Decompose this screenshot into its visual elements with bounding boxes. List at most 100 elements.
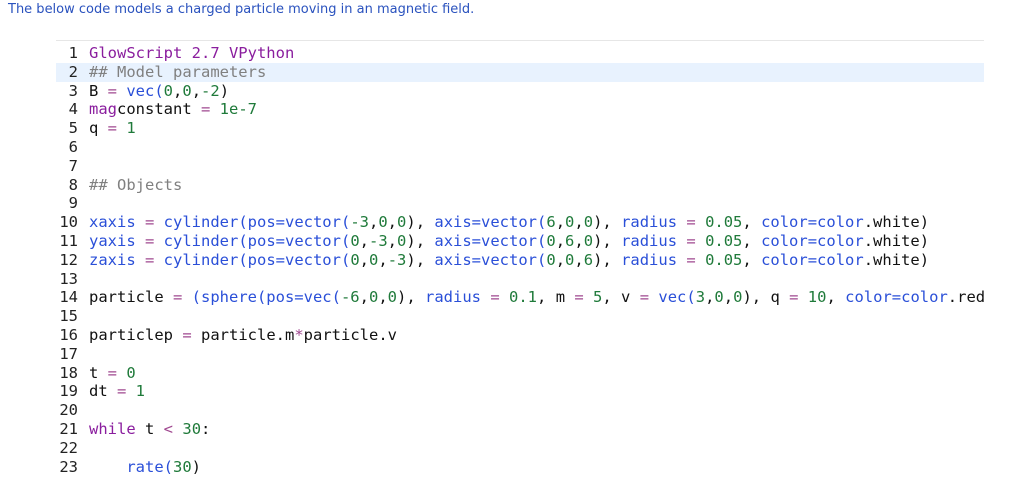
code-text[interactable]: xaxis = cylinder(pos=vector(-3,0,0), axi… (89, 213, 929, 232)
code-text[interactable]: t = 0 (89, 364, 136, 383)
code-line[interactable]: 20 (56, 401, 984, 420)
code-line[interactable]: 23 rate(30) (56, 458, 984, 477)
code-token: 0.05 (705, 250, 743, 269)
code-line[interactable]: 12 zaxis = cylinder(pos=vector(0,0,-3), a… (56, 251, 984, 270)
code-line[interactable]: 1 GlowScript 2.7 VPython (56, 44, 984, 63)
line-number: 20 (59, 401, 78, 420)
code-token: 0 (369, 250, 379, 269)
code-token: 3 (695, 288, 706, 307)
code-token: radius (425, 288, 482, 307)
code-line[interactable]: 21 while t < 30: (56, 420, 984, 439)
code-token: , (705, 288, 715, 307)
code-token: = (630, 288, 659, 307)
code-token: -3 (369, 232, 388, 250)
code-token: B (89, 81, 99, 100)
code-token: radius (621, 213, 678, 232)
code-text[interactable]: zaxis = cylinder(pos=vector(0,0,-3), axi… (89, 251, 929, 270)
code-token: 0 (546, 250, 556, 269)
code-token: ) (219, 81, 230, 100)
code-line[interactable]: 15 (56, 307, 984, 326)
code-token: , (742, 250, 762, 269)
code-token: 0 (397, 232, 407, 250)
code-line[interactable]: 3B = vec(0,0,-2) (56, 82, 984, 101)
code-text[interactable]: magconstant = 1e-7 (89, 100, 257, 119)
code-line[interactable]: 22 (56, 439, 984, 458)
code-line[interactable]: 2 ## Model parameters (56, 62, 984, 82)
code-token: cylinder(pos=vector( (163, 232, 351, 250)
code-text[interactable]: rate(30) (89, 458, 201, 477)
code-token: = (779, 288, 808, 307)
line-number: 15 (59, 307, 78, 326)
code-line[interactable]: 16 particlep = particle.m*particle.v (56, 326, 984, 345)
code-text[interactable]: B = vec(0,0,-2) (89, 82, 229, 101)
code-line[interactable]: 5q = 1 (56, 119, 984, 138)
code-token: , (378, 250, 388, 269)
code-token: = (191, 100, 220, 119)
line-number: 11 (59, 232, 78, 250)
code-token: 0 (583, 213, 594, 232)
code-token: , (826, 288, 846, 307)
line-number: 16 (59, 326, 78, 344)
code-token: ), (406, 232, 435, 250)
code-token: v (621, 288, 631, 307)
code-token: particle.m (201, 326, 295, 344)
code-text[interactable]: yaxis = cylinder(pos=vector(0,-3,0), axi… (89, 232, 929, 251)
code-token: = (163, 288, 192, 307)
code-text[interactable]: dt = 1 (89, 382, 145, 401)
code-token: 0 (714, 288, 724, 307)
code-editor[interactable]: 1 GlowScript 2.7 VPython 2 ## Model paramet… (56, 40, 984, 479)
code-token: 0 (126, 363, 136, 382)
code-token: q (89, 119, 99, 138)
code-token: axis=vector( (434, 250, 547, 269)
code-token: .red)) (947, 288, 984, 307)
code-token: , (555, 213, 566, 232)
code-line[interactable]: 19 dt = 1 (56, 382, 984, 401)
code-line[interactable]: 17 (56, 345, 984, 364)
code-token: (sphere(pos=vec( (191, 288, 341, 307)
code-token: 0.05 (705, 232, 743, 250)
code-token: ), (397, 288, 426, 307)
code-token: xaxis (89, 213, 136, 232)
line-number: 19 (59, 382, 78, 401)
code-line[interactable]: 10 xaxis = cylinder(pos=vector(-3,0,0), a… (56, 213, 984, 232)
code-token: , (555, 250, 566, 269)
code-token: -3 (350, 213, 369, 232)
line-number: 10 (59, 213, 78, 232)
code-text[interactable]: particlep = particle.m*particle.v (89, 326, 397, 345)
code-token: cylinder(pos=vector( (163, 250, 351, 269)
code-line[interactable]: 8 ## Objects (56, 176, 984, 195)
code-text[interactable]: particle = (sphere(pos=vec(-6,0,0), radi… (89, 288, 984, 307)
line-number: 7 (68, 156, 78, 175)
line-number: 9 (68, 194, 78, 213)
line-number: 22 (59, 438, 78, 457)
code-token: , (359, 250, 369, 269)
code-token: , (723, 288, 734, 307)
code-token: ), (406, 250, 435, 269)
code-line[interactable]: 13 (56, 270, 984, 289)
code-text[interactable]: ## Model parameters (89, 63, 266, 82)
code-token: , (359, 288, 369, 307)
code-token: 0 (350, 232, 360, 250)
code-token: * (294, 326, 304, 344)
code-token: ## Objects (89, 175, 183, 194)
code-line[interactable]: 14 particle = (sphere(pos=vec(-6,0,0), ra… (56, 288, 984, 307)
code-token: color=color (845, 288, 948, 307)
line-number: 1 (68, 44, 78, 62)
code-line[interactable]: 11 yaxis = cylinder(pos=vector(0,-3,0), a… (56, 232, 984, 251)
code-line[interactable]: 7 (56, 157, 984, 176)
code-line[interactable]: 4 magconstant = 1e-7 (56, 100, 984, 119)
code-text[interactable]: while t < 30: (89, 420, 210, 439)
code-text[interactable]: q = 1 (89, 119, 136, 138)
code-token: particlep (89, 326, 173, 344)
code-token: = (173, 326, 201, 344)
code-line[interactable]: 18 t = 0 (56, 364, 984, 383)
code-token: t (135, 420, 164, 438)
code-text[interactable]: ## Objects (89, 176, 182, 195)
code-token: ) (191, 457, 202, 476)
code-token: , (555, 232, 566, 250)
code-line[interactable]: 9 (56, 194, 984, 213)
code-token: 0 (387, 288, 398, 307)
code-line[interactable]: 6 (56, 138, 984, 157)
code-token: = (98, 119, 127, 138)
code-text[interactable]: GlowScript 2.7 VPython (89, 44, 294, 63)
